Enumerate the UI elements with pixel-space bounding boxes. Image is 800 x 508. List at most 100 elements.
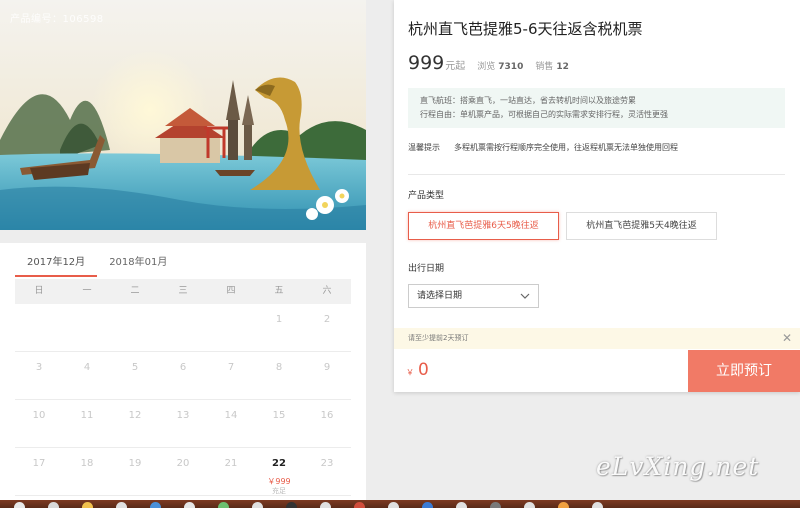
calendar-day-number: 3 <box>35 362 43 373</box>
product-code: 产品编号：106598 <box>10 14 104 25</box>
calendar-day-stock: 充足 <box>272 487 286 495</box>
calendar-day-cell: 1 <box>255 304 303 351</box>
dock-app-icon[interactable] <box>388 502 399 508</box>
close-icon[interactable]: ✕ <box>782 328 792 349</box>
feature-box: 直飞航班：搭乘直飞，一站直达，省去转机时间以及旅途劳累 行程自由：单机票产品，可… <box>408 88 785 128</box>
total-price: ￥ 0 <box>406 360 429 380</box>
calendar-empty-cell <box>15 304 63 351</box>
views-count: 7310 <box>498 62 524 72</box>
travel-date-select[interactable]: 请选择日期 <box>408 284 539 308</box>
starting-price: 999 <box>408 52 445 74</box>
product-type-option-6d5n[interactable]: 杭州直飞芭提雅6天5晚往返 <box>408 212 559 240</box>
dock-app-icon[interactable] <box>558 502 569 508</box>
month-tab-2018-01[interactable]: 2018年01月 <box>97 249 179 277</box>
dock-app-icon[interactable] <box>150 502 161 508</box>
dock-app-icon[interactable] <box>354 502 365 508</box>
calendar-day-number: 2 <box>323 314 331 325</box>
feature-free-itinerary: 行程自由：单机票产品，可根据自己的实际需求安排行程，灵活性更强 <box>420 110 668 119</box>
calendar-day-number: 11 <box>80 410 94 421</box>
calendar-week-row: 3 4 5 6 7 8 9 <box>15 352 351 400</box>
dock-app-icon[interactable] <box>252 502 263 508</box>
travel-date-placeholder: 请选择日期 <box>417 291 463 301</box>
month-tab-2017-12[interactable]: 2017年12月 <box>15 249 98 277</box>
calendar-day-cell: 23 <box>303 448 351 495</box>
calendar-day-cell: 9 <box>303 352 351 399</box>
book-now-button[interactable]: 立即预订 <box>688 350 800 392</box>
dock-app-icon[interactable] <box>82 502 93 508</box>
calendar-day-number: 7 <box>227 362 235 373</box>
dock-app-icon[interactable] <box>184 502 195 508</box>
calendar-day-number: 20 <box>176 458 190 469</box>
calendar-day-cell: 11 <box>63 400 111 447</box>
product-title: 杭州直飞芭提雅5-6天往返含税机票 <box>408 20 643 38</box>
calendar-day-number: 16 <box>320 410 334 421</box>
calendar-day-cell: 21 <box>207 448 255 495</box>
product-type-option-5d4n[interactable]: 杭州直飞芭提雅5天4晚往返 <box>566 212 717 240</box>
warm-tip-text: 多程机票需按行程顺序完全使用，往返程机票无法单独使用回程 <box>454 143 678 152</box>
calendar-day-number: 5 <box>131 362 139 373</box>
thailand-scenery-illustration <box>0 0 366 230</box>
calendar-week-row: 10 11 12 13 14 15 16 <box>15 400 351 448</box>
dock-app-icon[interactable] <box>592 502 603 508</box>
dock-app-icon[interactable] <box>456 502 467 508</box>
dock-app-icon[interactable] <box>490 502 501 508</box>
dock-app-icon[interactable] <box>524 502 535 508</box>
total-value: 0 <box>418 360 429 380</box>
calendar-day-number: 21 <box>224 458 238 469</box>
weekday-label: 六 <box>322 286 332 296</box>
calendar-day-cell: 6 <box>159 352 207 399</box>
month-tabs: 2017年12月 2018年01月 <box>15 249 179 277</box>
calendar-day-cell[interactable]: 22 ￥999 充足 <box>255 448 303 495</box>
calendar-day-number: 12 <box>128 410 142 421</box>
dock-app-icon[interactable] <box>422 502 433 508</box>
calendar-day-number: 17 <box>32 458 46 469</box>
sales-label: 销售 <box>535 62 554 72</box>
calendar-empty-cell <box>111 304 159 351</box>
weekday-label: 一 <box>82 286 92 296</box>
feature-direct-flight: 直飞航班：搭乘直飞，一站直达，省去转机时间以及旅途劳累 <box>420 96 636 105</box>
weekday-label: 三 <box>178 286 188 296</box>
calendar-day-cell: 2 <box>303 304 351 351</box>
calendar-day-cell: 20 <box>159 448 207 495</box>
product-hero-image: 产品编号：106598 <box>0 0 366 230</box>
calendar-grid: 1 2 3 4 5 6 7 8 9 10 11 12 13 14 15 16 17 18 19 20 21 22 ￥999 充… <box>15 304 351 496</box>
calendar-day-number: 23 <box>320 458 334 469</box>
price-line: 999 元起 浏览 7310 销售 12 <box>408 52 569 74</box>
calendar-day-cell: 8 <box>255 352 303 399</box>
weekday-label: 日 <box>34 286 44 296</box>
weekday-label: 二 <box>130 286 140 296</box>
dock-app-icon[interactable] <box>14 502 25 508</box>
dock-app-icon[interactable] <box>320 502 331 508</box>
site-watermark: eLvXing.net <box>596 452 760 481</box>
calendar-day-cell: 14 <box>207 400 255 447</box>
warm-tip-label: 温馨提示 <box>408 143 440 152</box>
calendar-day-number: 19 <box>128 458 142 469</box>
product-booking-panel: 杭州直飞芭提雅5-6天往返含税机票 999 元起 浏览 7310 销售 12 直飞航… <box>394 0 800 392</box>
dock-app-icon[interactable] <box>116 502 127 508</box>
sales-count: 12 <box>556 62 569 72</box>
calendar-week-row: 17 18 19 20 21 22 ￥999 充足 23 <box>15 448 351 496</box>
weekday-label: 五 <box>274 286 284 296</box>
total-currency: ￥ <box>406 368 414 377</box>
calendar-day-number: 13 <box>176 410 190 421</box>
calendar-day-number: 22 <box>272 458 286 469</box>
divider <box>408 174 785 175</box>
price-calendar: 2017年12月 2018年01月 日一二三四五六 1 2 3 4 5 6 7 8 9 10 11 1… <box>0 243 366 500</box>
price-unit: 元起 <box>445 61 466 72</box>
dock-app-icon[interactable] <box>48 502 59 508</box>
calendar-day-cell: 3 <box>15 352 63 399</box>
calendar-day-number: 8 <box>275 362 283 373</box>
calendar-day-cell: 10 <box>15 400 63 447</box>
chevron-down-icon <box>520 293 530 299</box>
views-stat: 浏览 7310 <box>477 59 523 72</box>
calendar-day-cell: 13 <box>159 400 207 447</box>
dock-app-icon[interactable] <box>218 502 229 508</box>
calendar-day-cell: 15 <box>255 400 303 447</box>
calendar-day-cell: 7 <box>207 352 255 399</box>
weekday-header: 日一二三四五六 <box>15 279 351 304</box>
calendar-day-cell: 4 <box>63 352 111 399</box>
calendar-empty-cell <box>63 304 111 351</box>
dock-app-icon[interactable] <box>286 502 297 508</box>
calendar-day-cell: 12 <box>111 400 159 447</box>
product-type-label: 产品类型 <box>408 191 445 201</box>
